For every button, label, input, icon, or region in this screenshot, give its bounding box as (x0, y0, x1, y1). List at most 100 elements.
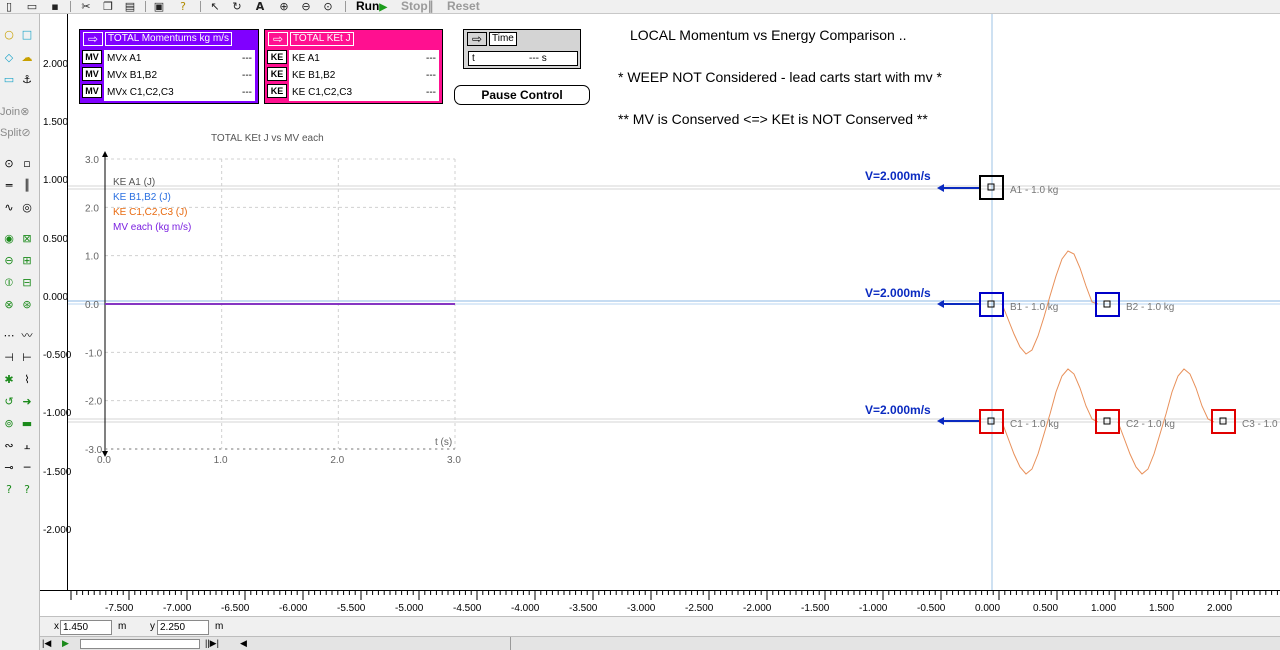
scroll-first-icon[interactable]: |◀ (42, 638, 51, 649)
scroll-left-icon[interactable]: ◀ (240, 638, 247, 649)
run-button[interactable]: Run▶ (356, 0, 387, 15)
y-coord-field[interactable]: 2.250 (157, 620, 209, 635)
spring-damper-icon[interactable]: ⊣ (0, 351, 18, 365)
rope-icon[interactable]: ⋯ (0, 329, 18, 343)
torque-icon[interactable]: ↺ (0, 395, 18, 409)
scroll-play-icon[interactable]: ▶ (62, 638, 69, 649)
new-file-icon[interactable]: ▯ (2, 0, 16, 13)
cart-c1-center-icon (987, 417, 995, 425)
velocity-arrow-head-c (937, 417, 944, 425)
zoom-out-icon[interactable]: ⊖ (299, 0, 313, 13)
anchor-tool-icon[interactable]: ⚓ (18, 73, 36, 87)
carts-layer: V=2.000m/s V=2.000m/s V=2.000m/s A1 - 1.… (865, 169, 1278, 475)
cart-c2-center-icon (1103, 417, 1111, 425)
rectangle-tool-icon[interactable]: □ (18, 28, 36, 42)
cart-b1[interactable] (979, 292, 1004, 317)
cart-b2[interactable] (1095, 292, 1120, 317)
cart-c2[interactable] (1095, 409, 1120, 434)
workspace[interactable]: ⇨ TOTAL Momentums kg m/s MV MVx A1 --- MV… (68, 14, 1280, 590)
force-icon[interactable]: ➜ (18, 395, 36, 409)
vertical-scale: 2.000 1.500 1.000 0.500 0.000 -0.500 -1.… (40, 14, 71, 590)
gear-icon[interactable]: ⊸ (0, 461, 18, 475)
ruler-label: -6.000 (279, 603, 308, 614)
pause-bars-icon: ∥ (427, 0, 434, 13)
circular-slot-icon[interactable]: ◎ (18, 201, 36, 215)
open-folder-icon[interactable]: ▭ (25, 0, 39, 13)
cart-b1-label: B1 - 1.0 kg (1010, 302, 1058, 313)
point-element-icon[interactable]: ⊙ (0, 157, 18, 171)
horizontal-slot-joint-icon[interactable]: ⊖ (0, 254, 18, 268)
rotate-icon[interactable]: ↻ (230, 0, 244, 13)
scroll-step-icon[interactable]: ||▶| (205, 638, 219, 649)
slot-vertical-icon[interactable]: ║ (18, 179, 36, 193)
play-icon: ▶ (379, 2, 388, 13)
ruler-label: -7.500 (105, 603, 134, 614)
velocity-label-b: V=2.000m/s (865, 286, 931, 300)
actuator-icon[interactable]: ▬ (18, 417, 36, 431)
rack-icon[interactable]: ─ (18, 461, 36, 475)
vscale-label: 0.500 (43, 234, 69, 245)
separator-icon[interactable]: ⫠ (18, 439, 36, 453)
rotational-spring-icon[interactable]: ✱ (0, 373, 18, 387)
curved-slot-joint-icon[interactable]: ⊗ (0, 298, 18, 312)
zoom-in-icon[interactable]: ⊕ (277, 0, 291, 13)
y-coord-label: y (150, 621, 155, 632)
ruler-label: 1.500 (1149, 603, 1174, 614)
reset-button[interactable]: Reset (447, 0, 480, 13)
velocity-label-c: V=2.000m/s (865, 403, 931, 417)
cart-c1-label: C1 - 1.0 kg (1010, 419, 1059, 430)
select-arrow-icon[interactable]: ↖ (208, 0, 222, 13)
cart-b2-label: B2 - 1.0 kg (1126, 302, 1174, 313)
help-query-icon[interactable]: ? (18, 483, 36, 497)
horizontal-scrollbar[interactable]: |◀ ▶ ||▶| ◀ (40, 636, 1280, 650)
motor-icon[interactable]: ⊚ (0, 417, 18, 431)
square-point-icon[interactable]: ▫ (18, 157, 36, 171)
stop-button[interactable]: Stop∥ (401, 0, 434, 13)
zoom-fit-icon[interactable]: ⊙ (321, 0, 335, 13)
pulley-rope-icon[interactable]: ∾ (0, 439, 18, 453)
split-button[interactable]: Split⊘ (0, 126, 31, 139)
cart-c1[interactable] (979, 409, 1004, 434)
ruler-label: -6.500 (221, 603, 250, 614)
vscale-label: 0.000 (43, 292, 69, 303)
help-icon[interactable]: ? (176, 0, 190, 13)
help-pointer-icon[interactable]: ? (0, 483, 18, 497)
join-button[interactable]: Join⊗ (0, 105, 29, 118)
cart-b1-center-icon (987, 300, 995, 308)
x-coord-field[interactable]: 1.450 (60, 620, 112, 635)
playback-slider[interactable] (80, 639, 200, 649)
vertical-slot-joint-icon[interactable]: ⦶ (0, 276, 18, 290)
keyed-slot-joint-icon[interactable]: ⊞ (18, 254, 36, 268)
cut-icon[interactable]: ✂ (79, 0, 93, 13)
text-tool-icon[interactable]: A (253, 0, 267, 13)
curved-body-tool-icon[interactable]: ☁ (18, 51, 36, 65)
ruler-label: -4.000 (511, 603, 540, 614)
paste-icon[interactable]: ▤ (123, 0, 137, 13)
damper-icon[interactable]: ⊢ (18, 351, 36, 365)
square-tool-icon[interactable]: ▭ (0, 73, 18, 87)
vscale-label: 1.500 (43, 117, 69, 128)
toolbar-separator (70, 1, 71, 12)
print-icon[interactable]: ▣ (152, 0, 166, 13)
save-icon[interactable]: ▪ (48, 0, 62, 13)
circle-tool-icon[interactable]: ○ (0, 28, 18, 42)
cart-a1[interactable] (979, 175, 1004, 200)
rigid-joint-icon[interactable]: ⊠ (18, 232, 36, 246)
copy-icon[interactable]: ❐ (101, 0, 115, 13)
cart-c2-label: C2 - 1.0 kg (1126, 419, 1175, 430)
ruler-label: -2.000 (743, 603, 772, 614)
pin-joint-icon[interactable]: ◉ (0, 232, 18, 246)
horizontal-ruler: -7.500 -7.000 -6.500 -6.000 -5.500 -5.000 -4.5… (40, 590, 1280, 616)
ruler-ticks: -7.500 -7.000 -6.500 -6.000 -5.500 -5.000 -4.5… (70, 591, 1278, 614)
ruler-label: -5.000 (395, 603, 424, 614)
vertical-keyed-joint-icon[interactable]: ⊟ (18, 276, 36, 290)
slot-horizontal-icon[interactable]: ═ (0, 179, 18, 193)
cart-c3[interactable] (1211, 409, 1236, 434)
polygon-tool-icon[interactable]: ◇ (0, 51, 18, 65)
spring-icon[interactable]: 〰 (18, 329, 36, 343)
rotational-damper-icon[interactable]: ⌇ (18, 373, 36, 387)
scroll-thumb[interactable] (510, 637, 511, 650)
curved-slot-icon[interactable]: ∿ (0, 201, 18, 215)
circular-slot-joint-icon[interactable]: ⊛ (18, 298, 36, 312)
ruler-label: 1.000 (1091, 603, 1116, 614)
